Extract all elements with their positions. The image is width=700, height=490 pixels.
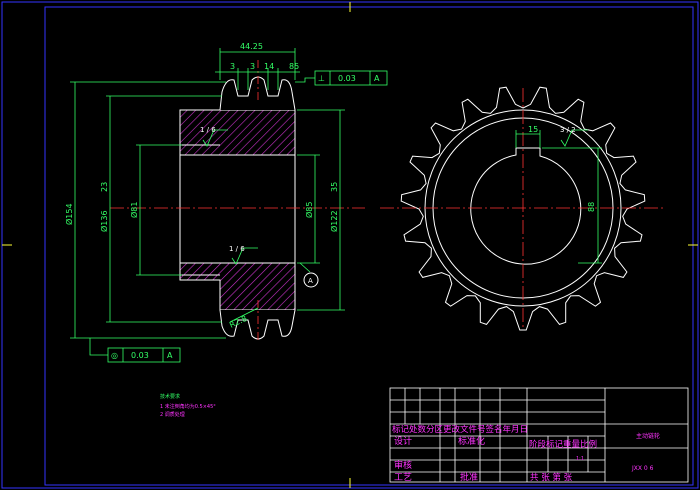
dim-122: Ø122: [329, 210, 339, 232]
notes-line-1: 1 未注倒角均为0.5×45°: [160, 403, 216, 410]
section-view: [110, 60, 365, 340]
front-view: [380, 86, 665, 331]
title-standardize: 标准化: [458, 435, 485, 447]
dim-top-a: 3: [230, 62, 235, 71]
title-sheets: 共 张 第 张: [530, 472, 573, 483]
title-drawing-number: JXX 0 6: [631, 465, 654, 472]
tol-top-symbol: ⊥: [318, 74, 325, 83]
roughness-upper: 1 / 6: [200, 126, 216, 134]
lower-hatch: [179, 262, 296, 311]
dim-top-total: 44.25: [240, 42, 263, 51]
notes-line-2: 2 调质处理: [160, 411, 185, 418]
cad-drawing: 44.25 3 3 14 85 Ø154 Ø136 23 Ø81 Ø85 Ø12…: [1, 1, 699, 489]
notes-heading: 技术要求: [160, 393, 180, 400]
front-dimension-lines: [515, 129, 602, 264]
tol-bottom-value: 0.03: [131, 351, 149, 360]
title-review: 审核: [394, 459, 412, 471]
title-scale: 1:1: [576, 456, 584, 462]
upper-hatch: [179, 109, 296, 156]
datum-a-label: A: [308, 277, 313, 285]
dim-top-b: 3: [250, 62, 255, 71]
bore-with-keyway: [470, 147, 582, 265]
dim-root-diameter: Ø136: [99, 210, 109, 232]
dim-top-c: 14: [264, 62, 274, 71]
title-revision-header: 标记处数分区更改文件号签名年月日: [392, 424, 528, 435]
dim-23: 23: [100, 182, 109, 192]
dim-key-width: 15: [528, 125, 538, 134]
title-approve: 批准: [460, 471, 478, 483]
title-stage-mark: 阶段标记重量比例: [529, 439, 597, 450]
technical-notes: 技术要求 1 未注倒角均为0.5×45° 2 调质处理: [160, 393, 216, 418]
title-process: 工艺: [394, 472, 412, 483]
inner-frame: [44, 6, 694, 486]
roughness-keyway: 3 / 2: [560, 126, 576, 134]
tol-top-ref: A: [374, 74, 380, 83]
title-part-name: 主动链轮: [636, 432, 660, 440]
tol-top-value: 0.03: [338, 74, 356, 83]
title-design: 设计: [394, 435, 412, 447]
dim-top-d: 85: [289, 62, 299, 71]
dim-35: 35: [330, 182, 339, 192]
roughness-lower: 1 / 6: [229, 245, 245, 253]
dim-hub-diameter: Ø85: [304, 202, 314, 218]
dim-outer-diameter: Ø154: [64, 203, 74, 225]
tol-bottom-symbol: ◎: [111, 351, 118, 360]
dim-bore-diameter: Ø81: [129, 202, 139, 218]
dim-key-height: 88: [587, 202, 596, 212]
tol-bottom-ref: A: [167, 351, 173, 360]
